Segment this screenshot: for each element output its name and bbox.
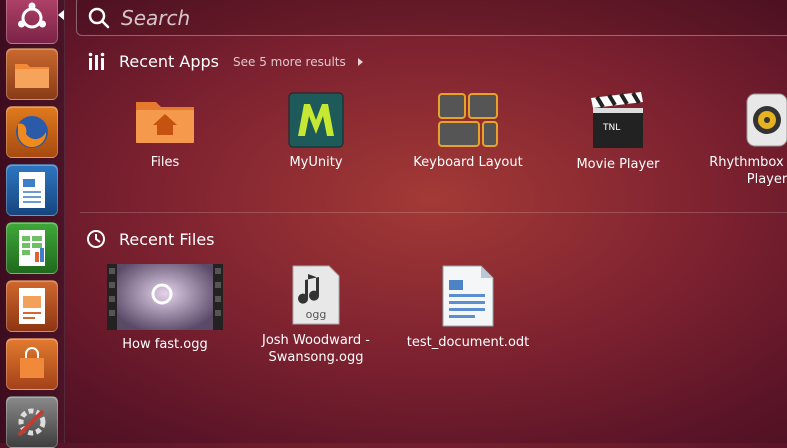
myunity-icon xyxy=(288,92,344,148)
launcher-impress[interactable] xyxy=(6,280,58,332)
app-label: Rhythmbox Music Player xyxy=(709,155,787,187)
keyboard-layout-icon xyxy=(438,93,498,147)
app-label: Movie Player xyxy=(576,157,660,172)
file-tile-how-fast[interactable]: How fast.ogg xyxy=(95,264,235,353)
firefox-icon xyxy=(16,116,48,148)
recent-files-heading: Recent Files xyxy=(119,230,215,249)
folder-icon xyxy=(15,64,49,88)
svg-text:TNL: TNL xyxy=(602,123,620,133)
file-label: How fast.ogg xyxy=(122,337,208,352)
settings-gear-icon xyxy=(17,408,46,437)
shopping-bag-icon xyxy=(20,347,44,378)
app-label: Files xyxy=(150,155,180,170)
app-tile-files[interactable]: Files xyxy=(95,92,235,171)
recent-apps-heading: Recent Apps xyxy=(119,52,219,71)
search-input[interactable] xyxy=(119,3,623,33)
apps-lens-icon xyxy=(88,52,105,70)
launcher-system-settings[interactable] xyxy=(6,396,58,448)
app-tile-keyboard-layout[interactable]: Keyboard Layout xyxy=(398,92,538,171)
launcher-files[interactable] xyxy=(6,48,58,100)
launcher-writer[interactable] xyxy=(6,164,58,216)
folder-home-icon xyxy=(136,102,194,143)
app-tile-rhythmbox[interactable]: Rhythmbox Music Player xyxy=(697,92,787,188)
ubuntu-logo-icon xyxy=(18,2,46,29)
app-label: Keyboard Layout xyxy=(413,155,523,170)
file-label: test_document.odt xyxy=(406,335,530,350)
app-label: MyUnity xyxy=(289,155,343,170)
file-label: Josh Woodward - Swansong.ogg xyxy=(262,333,370,365)
spreadsheet-icon xyxy=(19,230,45,266)
file-tile-test-document[interactable]: test_document.odt xyxy=(398,264,538,351)
launcher xyxy=(0,0,65,448)
presentation-icon xyxy=(19,288,45,324)
text-document-icon xyxy=(442,265,494,327)
writer-document-icon xyxy=(19,172,45,208)
chevron-right-icon xyxy=(357,58,363,66)
app-tile-movie-player[interactable]: TNL Movie Player xyxy=(548,90,688,173)
launcher-software-center[interactable] xyxy=(6,338,58,390)
see-more-results-link[interactable]: See 5 more results xyxy=(233,55,363,69)
active-indicator xyxy=(58,10,64,20)
audio-file-icon: ogg xyxy=(292,265,340,325)
app-tile-myunity[interactable]: MyUnity xyxy=(246,92,386,171)
section-divider xyxy=(80,212,787,213)
video-thumbnail-icon xyxy=(107,264,223,330)
search-icon xyxy=(88,7,110,29)
file-tile-swansong[interactable]: ogg Josh Woodward - Swansong.ogg xyxy=(246,264,386,366)
search-bar[interactable] xyxy=(76,0,787,36)
dash-home-button[interactable] xyxy=(6,0,58,44)
svg-text:ogg: ogg xyxy=(306,308,327,321)
launcher-calc[interactable] xyxy=(6,222,58,274)
clapperboard-icon: TNL xyxy=(591,91,643,148)
launcher-firefox[interactable] xyxy=(6,106,58,158)
speaker-icon xyxy=(746,93,787,147)
see-more-label: See 5 more results xyxy=(233,55,346,69)
clock-icon xyxy=(87,230,105,248)
